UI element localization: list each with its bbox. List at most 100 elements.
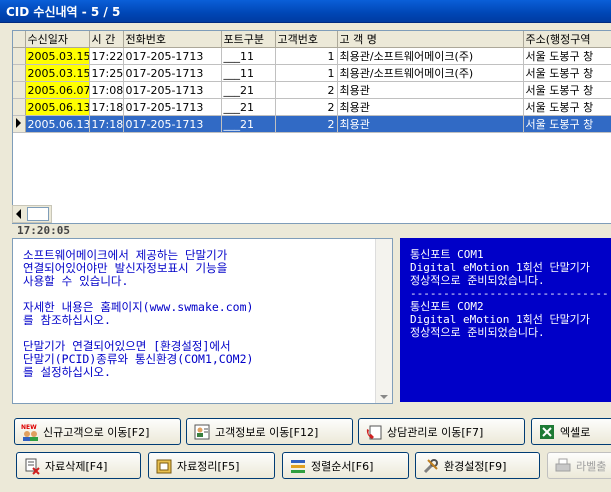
sort-icon — [289, 457, 307, 475]
cell-phone[interactable]: 017-205-1713 — [123, 98, 222, 116]
cell-addr[interactable]: 서울 도봉구 창 — [523, 98, 611, 116]
current-row-icon — [16, 117, 21, 128]
row-indicator-header — [13, 31, 26, 48]
consult-button[interactable]: 상담관리로 이동[F7] — [358, 418, 525, 445]
tools-icon — [422, 457, 440, 475]
port-status-panel: 통신포트 COM1 Digital eMotion 1회선 단말기가 정상적으로… — [400, 238, 611, 402]
notice-scrollbar[interactable] — [375, 239, 392, 403]
cell-time[interactable]: 17:18 — [89, 98, 124, 116]
notice-panel: 소프트웨어메이크에서 제공하는 단말기가 연결되어있어야만 발신자정보표시 기능… — [12, 238, 393, 404]
printer-icon — [554, 457, 572, 475]
new-customer-icon: NEW — [21, 423, 39, 441]
row-indicator[interactable] — [13, 64, 26, 82]
empty-row — [13, 213, 611, 223]
cell-port[interactable]: ___11 — [221, 64, 276, 82]
cell-addr[interactable]: 서울 도봉구 창 — [523, 81, 611, 99]
col-header-date[interactable]: 수신일자 — [25, 31, 90, 48]
table-row[interactable]: 2005.06.13 17:18 017-205-1713 ___21 2 최용관 서울 도… — [13, 98, 611, 116]
cell-addr[interactable]: 서울 도봉구 창 — [523, 64, 611, 82]
cell-cust-no[interactable]: 1 — [275, 64, 338, 82]
new-customer-label: 신규고객으로 이동[F2] — [43, 425, 150, 439]
row-indicator[interactable] — [13, 98, 26, 116]
cell-time[interactable]: 17:08 — [89, 81, 124, 99]
row-indicator[interactable] — [13, 115, 26, 133]
svg-text:NEW: NEW — [21, 424, 37, 431]
consult-label: 상담관리로 이동[F7] — [387, 425, 484, 439]
cell-phone[interactable]: 017-205-1713 — [123, 64, 222, 82]
table-row[interactable]: 2005.06.07 17:08 017-205-1713 ___21 2 최용관 서울 도… — [13, 81, 611, 99]
cid-grid[interactable]: 수신일자 시 간 전화번호 포트구분 고객번호 고 객 명 주소(행정구역 20… — [12, 30, 611, 224]
empty-row — [13, 132, 611, 149]
cell-date[interactable]: 2005.06.13 — [25, 98, 90, 116]
port-status-text: 통신포트 COM1 Digital eMotion 1회선 단말기가 정상적으로… — [410, 248, 609, 339]
scroll-thumb[interactable] — [27, 207, 49, 221]
sort-button[interactable]: 정렬순서[F6] — [282, 452, 409, 479]
cell-time[interactable]: 17:18 — [89, 115, 124, 133]
folder-icon — [155, 457, 173, 475]
cell-port[interactable]: ___21 — [221, 98, 276, 116]
settings-label: 환경설정[F9] — [444, 459, 507, 473]
excel-label: 엑셀로 — [560, 425, 591, 439]
window-title: CID 수신내역 - 5 / 5 — [6, 5, 121, 19]
cell-port[interactable]: ___21 — [221, 115, 276, 133]
cell-cust-no[interactable]: 1 — [275, 47, 338, 65]
cell-cust-no[interactable]: 2 — [275, 98, 338, 116]
phone-icon — [365, 423, 383, 441]
label-print-label: 라벨출 — [576, 459, 607, 473]
scroll-down-icon[interactable] — [380, 395, 388, 399]
cell-port[interactable]: ___21 — [221, 81, 276, 99]
cell-name[interactable]: 최용관/소프트웨어메이크(주) — [337, 47, 524, 65]
col-header-cust-no[interactable]: 고객번호 — [275, 31, 338, 48]
empty-row — [13, 165, 611, 181]
customer-info-label: 고객정보로 이동[F12] — [215, 425, 319, 439]
table-row[interactable]: 2005.03.15 17:22 017-205-1713 ___11 1 최용관/소프트… — [13, 47, 611, 65]
scroll-left-icon[interactable] — [16, 209, 21, 219]
cell-port[interactable]: ___11 — [221, 47, 276, 65]
cell-phone[interactable]: 017-205-1713 — [123, 47, 222, 65]
table-row[interactable]: 2005.03.15 17:25 017-205-1713 ___11 1 최용관/소프트… — [13, 64, 611, 82]
col-header-phone[interactable]: 전화번호 — [123, 31, 222, 48]
sort-label: 정렬순서[F6] — [311, 459, 374, 473]
delete-button[interactable]: 자료삭제[F4] — [16, 452, 141, 479]
cell-date[interactable]: 2005.03.15 — [25, 64, 90, 82]
cell-name[interactable]: 최용관 — [337, 81, 524, 99]
excel-button[interactable]: 엑셀로 — [531, 418, 611, 445]
cell-date[interactable]: 2005.06.13 — [25, 115, 90, 133]
delete-icon — [23, 457, 41, 475]
cell-date[interactable]: 2005.03.15 — [25, 47, 90, 65]
notice-text: 소프트웨어메이크에서 제공하는 단말기가 연결되어있어야만 발신자정보표시 기능… — [23, 248, 254, 379]
col-header-port[interactable]: 포트구분 — [221, 31, 276, 48]
delete-label: 자료삭제[F4] — [45, 459, 108, 473]
new-customer-button[interactable]: NEW 신규고객으로 이동[F2] — [14, 418, 181, 445]
col-header-time[interactable]: 시 간 — [89, 31, 124, 48]
cell-date[interactable]: 2005.06.07 — [25, 81, 90, 99]
settings-button[interactable]: 환경설정[F9] — [415, 452, 540, 479]
cell-cust-no[interactable]: 2 — [275, 81, 338, 99]
empty-row — [13, 197, 611, 213]
cell-name[interactable]: 최용관 — [337, 98, 524, 116]
title-bar: CID 수신내역 - 5 / 5 — [0, 0, 611, 23]
row-indicator[interactable] — [13, 47, 26, 65]
cell-phone[interactable]: 017-205-1713 — [123, 115, 222, 133]
organize-button[interactable]: 자료정리[F5] — [148, 452, 275, 479]
cell-addr[interactable]: 서울 도봉구 창 — [523, 47, 611, 65]
row-indicator[interactable] — [13, 81, 26, 99]
current-time: 17:20:05 — [17, 224, 70, 237]
cell-time[interactable]: 17:22 — [89, 47, 124, 65]
cell-addr[interactable]: 서울 도봉구 창 — [523, 115, 611, 133]
empty-row — [13, 149, 611, 165]
cell-phone[interactable]: 017-205-1713 — [123, 81, 222, 99]
empty-row — [13, 181, 611, 197]
cell-name[interactable]: 최용관/소프트웨어메이크(주) — [337, 64, 524, 82]
cid-table: 수신일자 시 간 전화번호 포트구분 고객번호 고 객 명 주소(행정구역 20… — [13, 31, 611, 223]
organize-label: 자료정리[F5] — [177, 459, 240, 473]
label-print-button[interactable]: 라벨출 — [547, 452, 611, 479]
customer-info-button[interactable]: 고객정보로 이동[F12] — [186, 418, 353, 445]
cell-name[interactable]: 최용관 — [337, 115, 524, 133]
cell-time[interactable]: 17:25 — [89, 64, 124, 82]
cell-cust-no[interactable]: 2 — [275, 115, 338, 133]
horizontal-scrollbar[interactable] — [12, 205, 52, 223]
col-header-name[interactable]: 고 객 명 — [337, 31, 524, 48]
table-row[interactable]: 2005.06.13 17:18 017-205-1713 ___21 2 최용관 서울 도… — [13, 115, 611, 133]
col-header-addr[interactable]: 주소(행정구역 — [523, 31, 611, 48]
